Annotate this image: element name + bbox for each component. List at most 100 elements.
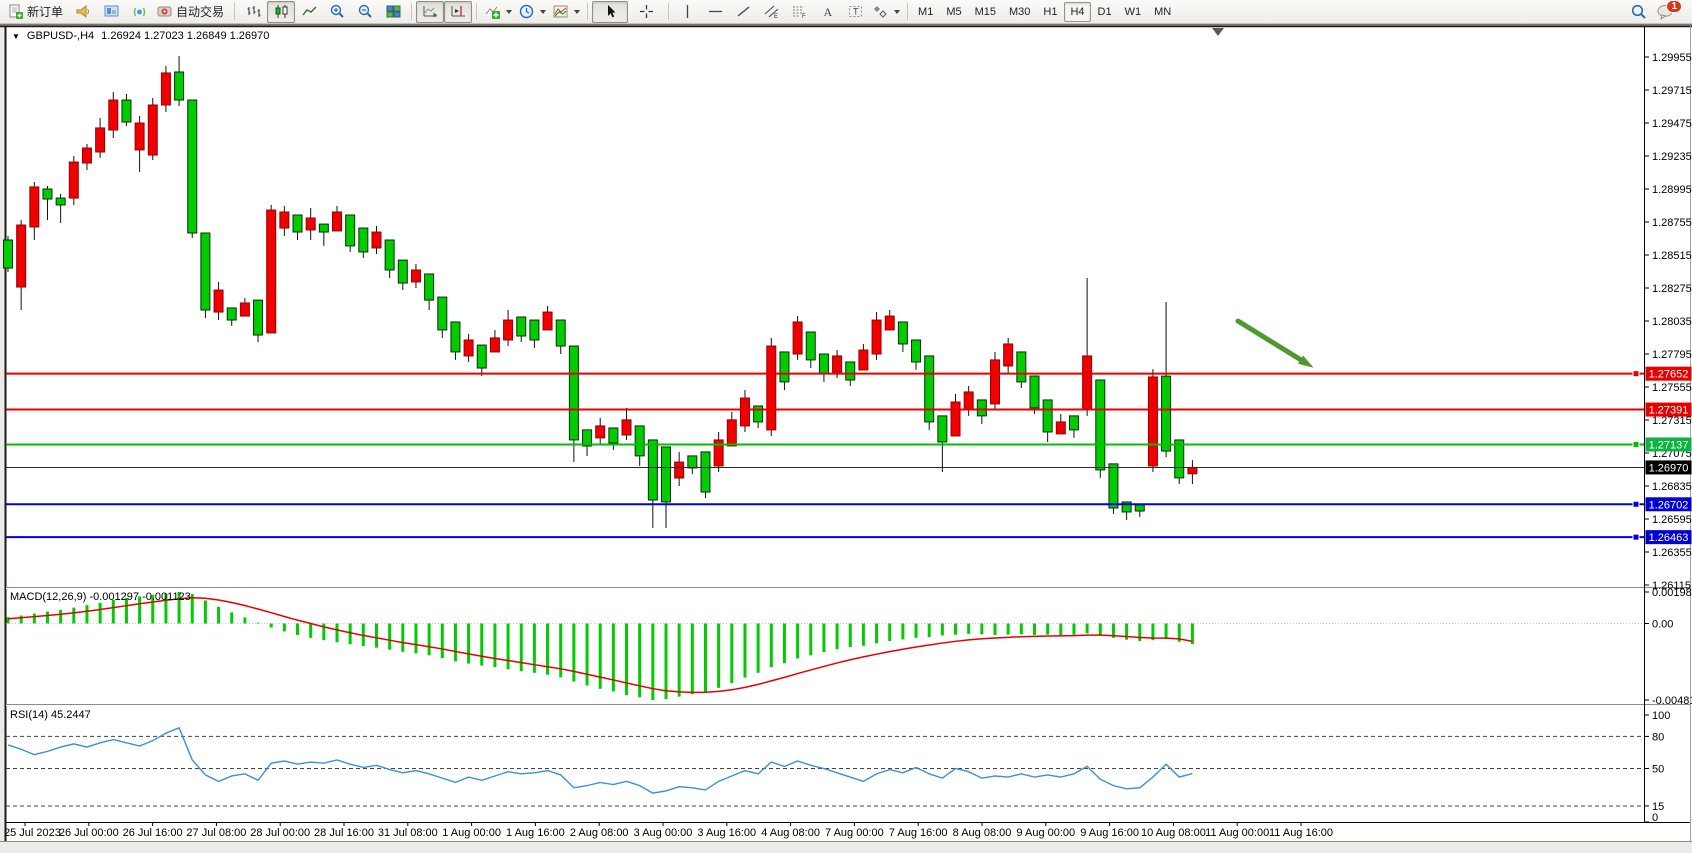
time-tick-label: 28 Jul 00:00: [250, 827, 310, 839]
time-tick-label: 11 Aug 00:00: [1205, 827, 1269, 839]
templates-button[interactable]: [549, 1, 583, 23]
candle-body: [1109, 464, 1118, 508]
time-tick-label: 9 Aug 00:00: [1016, 827, 1075, 839]
candle-body: [385, 240, 394, 270]
horizontal-line-tool-button[interactable]: [701, 1, 729, 23]
timeframe-mn[interactable]: MN: [1148, 2, 1177, 22]
candlestick-icon: [273, 3, 290, 20]
candle-body: [227, 308, 236, 320]
time-tick-label: 4 Aug 08:00: [761, 827, 820, 839]
vertical-line-tool-button[interactable]: [673, 1, 701, 23]
candle-body: [201, 233, 210, 310]
crosshair-tool-button[interactable]: [628, 1, 664, 23]
time-tick-label: 27 Jul 08:00: [186, 827, 246, 839]
candle-body: [833, 356, 842, 372]
candle-body: [240, 303, 249, 316]
cursor-tool-button[interactable]: [592, 1, 628, 23]
periods-button[interactable]: [515, 1, 549, 23]
new-order-button[interactable]: 新订单: [4, 1, 69, 23]
candle-body: [543, 312, 552, 330]
rsi-tick-label: 50: [1652, 764, 1664, 776]
candle-body: [688, 456, 697, 468]
indicators-icon: [484, 3, 501, 20]
candle-body: [451, 322, 460, 352]
rsi-tick-label: 100: [1652, 710, 1670, 722]
signals-button[interactable]: [125, 1, 153, 23]
candle-body: [569, 346, 578, 440]
price-tick-label: 1.29715: [1652, 85, 1692, 97]
candle-body: [464, 340, 473, 356]
fibonacci-tool-button[interactable]: F: [785, 1, 813, 23]
ohlc-readout: 1.26924 1.27023 1.26849 1.26970: [101, 30, 269, 42]
candle-body: [806, 332, 815, 360]
timeframe-m30[interactable]: M30: [1003, 2, 1036, 22]
candle-body: [306, 218, 315, 230]
toolbar-separator: [907, 3, 908, 20]
candle-body: [148, 105, 157, 155]
collapse-icon[interactable]: ▼: [12, 32, 20, 41]
horn-icon: [75, 3, 92, 20]
arrows-tool-button[interactable]: [869, 1, 903, 23]
line-chart-button[interactable]: [295, 1, 323, 23]
channel-tool-button[interactable]: E: [757, 1, 785, 23]
zoom-out-button[interactable]: [351, 1, 379, 23]
timeframe-d1[interactable]: D1: [1092, 2, 1118, 22]
timeframe-h1[interactable]: H1: [1037, 2, 1063, 22]
candle-body: [964, 392, 973, 410]
candle-body: [280, 212, 289, 228]
chart-canvas[interactable]: 1.299551.297151.294751.292351.289951.287…: [0, 0, 1692, 853]
candle-body: [622, 420, 631, 435]
crosshair-icon: [638, 3, 655, 20]
line-anchor-square: [1633, 371, 1639, 377]
rsi-tick-label: 80: [1652, 731, 1664, 743]
candle-body: [951, 402, 960, 436]
chart-profile-icon: [103, 3, 120, 20]
candle-body: [109, 100, 118, 130]
candle-body: [254, 300, 263, 335]
chart-shift-button[interactable]: [444, 1, 472, 23]
candle-body: [885, 316, 894, 330]
tile-windows-button[interactable]: [379, 1, 407, 23]
timeframe-m1[interactable]: M1: [912, 2, 939, 22]
time-tick-label: 7 Aug 16:00: [889, 827, 948, 839]
price-tick-label: 1.26835: [1652, 481, 1692, 493]
candle-body: [490, 338, 499, 352]
trendline-tool-button[interactable]: [729, 1, 757, 23]
candle-body: [740, 398, 749, 426]
auto-scroll-button[interactable]: [416, 1, 444, 23]
chart-title: ▼ GBPUSD-,H4 1.26924 1.27023 1.26849 1.2…: [12, 30, 269, 42]
candle-body: [82, 148, 91, 163]
candle-body: [1148, 377, 1157, 466]
price-tick-label: 1.26355: [1652, 547, 1692, 559]
macd-tick-label: -0.00481: [1652, 695, 1692, 707]
tile-windows-icon: [385, 3, 402, 20]
bar-chart-button[interactable]: [239, 1, 267, 23]
indicators-button[interactable]: [481, 1, 515, 23]
timeframe-m15[interactable]: M15: [969, 2, 1002, 22]
time-tick-label: 26 Jul 16:00: [123, 827, 183, 839]
text-tool-icon: A: [819, 3, 836, 20]
timeframe-h4[interactable]: H4: [1064, 2, 1090, 22]
sound-alert-button[interactable]: [69, 1, 97, 23]
text-tool-button[interactable]: A: [813, 1, 841, 23]
trading-terminal: 新订单 自动交易: [0, 0, 1692, 853]
autotrading-button[interactable]: 自动交易: [153, 1, 230, 23]
bar-chart-icon: [245, 3, 262, 20]
time-tick-label: 3 Aug 00:00: [634, 827, 693, 839]
candlestick-chart-button[interactable]: [267, 1, 295, 23]
candle-body: [898, 322, 907, 344]
candle-body: [635, 426, 644, 456]
candle-body: [30, 187, 39, 227]
notifications-button[interactable]: 1: [1656, 2, 1678, 22]
timeframe-m5[interactable]: M5: [940, 2, 967, 22]
candle-body: [1162, 376, 1171, 451]
price-tick-label: 1.27795: [1652, 349, 1692, 361]
zoom-in-button[interactable]: [323, 1, 351, 23]
search-icon[interactable]: [1630, 3, 1648, 21]
macd-tick-label: 0.00: [1652, 619, 1673, 631]
candle-body: [372, 232, 381, 248]
profiles-button[interactable]: [97, 1, 125, 23]
text-label-tool-button[interactable]: T: [841, 1, 869, 23]
timeframe-w1[interactable]: W1: [1119, 2, 1148, 22]
svg-text:F: F: [802, 14, 806, 20]
